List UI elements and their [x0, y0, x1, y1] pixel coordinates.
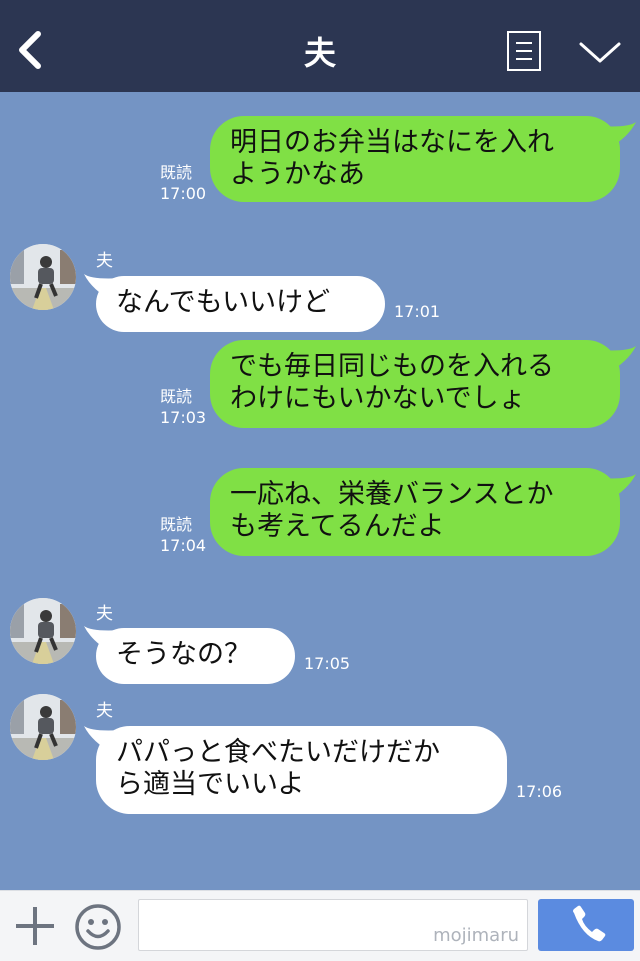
chat-title: 夫: [303, 34, 336, 72]
message-bubble[interactable]: なんでもいいけど: [96, 276, 385, 332]
emoji-button[interactable]: [74, 903, 122, 951]
sender-name: 夫: [96, 251, 113, 271]
avatar-photo: [10, 598, 76, 664]
read-receipt: 既読: [160, 515, 193, 534]
avatar-photo: [10, 694, 76, 760]
message-time: 17:00: [160, 184, 207, 203]
avatar[interactable]: [10, 598, 76, 664]
message-input[interactable]: mojimaru: [138, 899, 528, 951]
plus-icon: [16, 907, 54, 945]
message-bubble[interactable]: 明日のお弁当はなにを入れ ようかなあ: [210, 116, 620, 202]
message-time: 17:05: [304, 654, 351, 673]
message-bubble[interactable]: でも毎日同じものを入れる わけにもいかないでしょ: [210, 340, 620, 428]
add-button[interactable]: [14, 905, 56, 947]
menu-button[interactable]: [507, 31, 541, 71]
message-bubble[interactable]: 一応ね、栄養バランスとか も考えてるんだよ: [210, 468, 620, 556]
chevron-down-icon: [579, 42, 621, 63]
message-bubble[interactable]: そうなの？: [96, 628, 295, 684]
message-time: 17:03: [160, 408, 207, 427]
chat-area[interactable]: 既読 17:00 明日のお弁当はなにを入れ ようかなあ 夫 なんでもいいけど 1…: [0, 92, 640, 890]
read-receipt: 既読: [160, 387, 193, 406]
message-time: 17:04: [160, 536, 207, 555]
avatar[interactable]: [10, 694, 76, 760]
smiley-icon: [75, 904, 121, 950]
menu-list-icon: [516, 42, 532, 44]
message-time: 17:06: [516, 782, 563, 801]
read-receipt: 既読: [160, 163, 193, 182]
dropdown-button[interactable]: [578, 40, 622, 66]
chat-header: 夫: [0, 0, 640, 92]
sender-name: 夫: [96, 701, 113, 721]
phone-icon: [573, 905, 606, 942]
watermark-text: mojimaru: [433, 925, 519, 946]
message-bubble[interactable]: パパっと食べたいだけだか ら適当でいいよ: [96, 726, 507, 814]
sender-name: 夫: [96, 604, 113, 624]
avatar-photo: [10, 244, 76, 310]
input-bar: mojimaru: [0, 890, 640, 961]
call-button[interactable]: [538, 899, 634, 951]
message-time: 17:01: [394, 302, 441, 321]
avatar[interactable]: [10, 244, 76, 310]
